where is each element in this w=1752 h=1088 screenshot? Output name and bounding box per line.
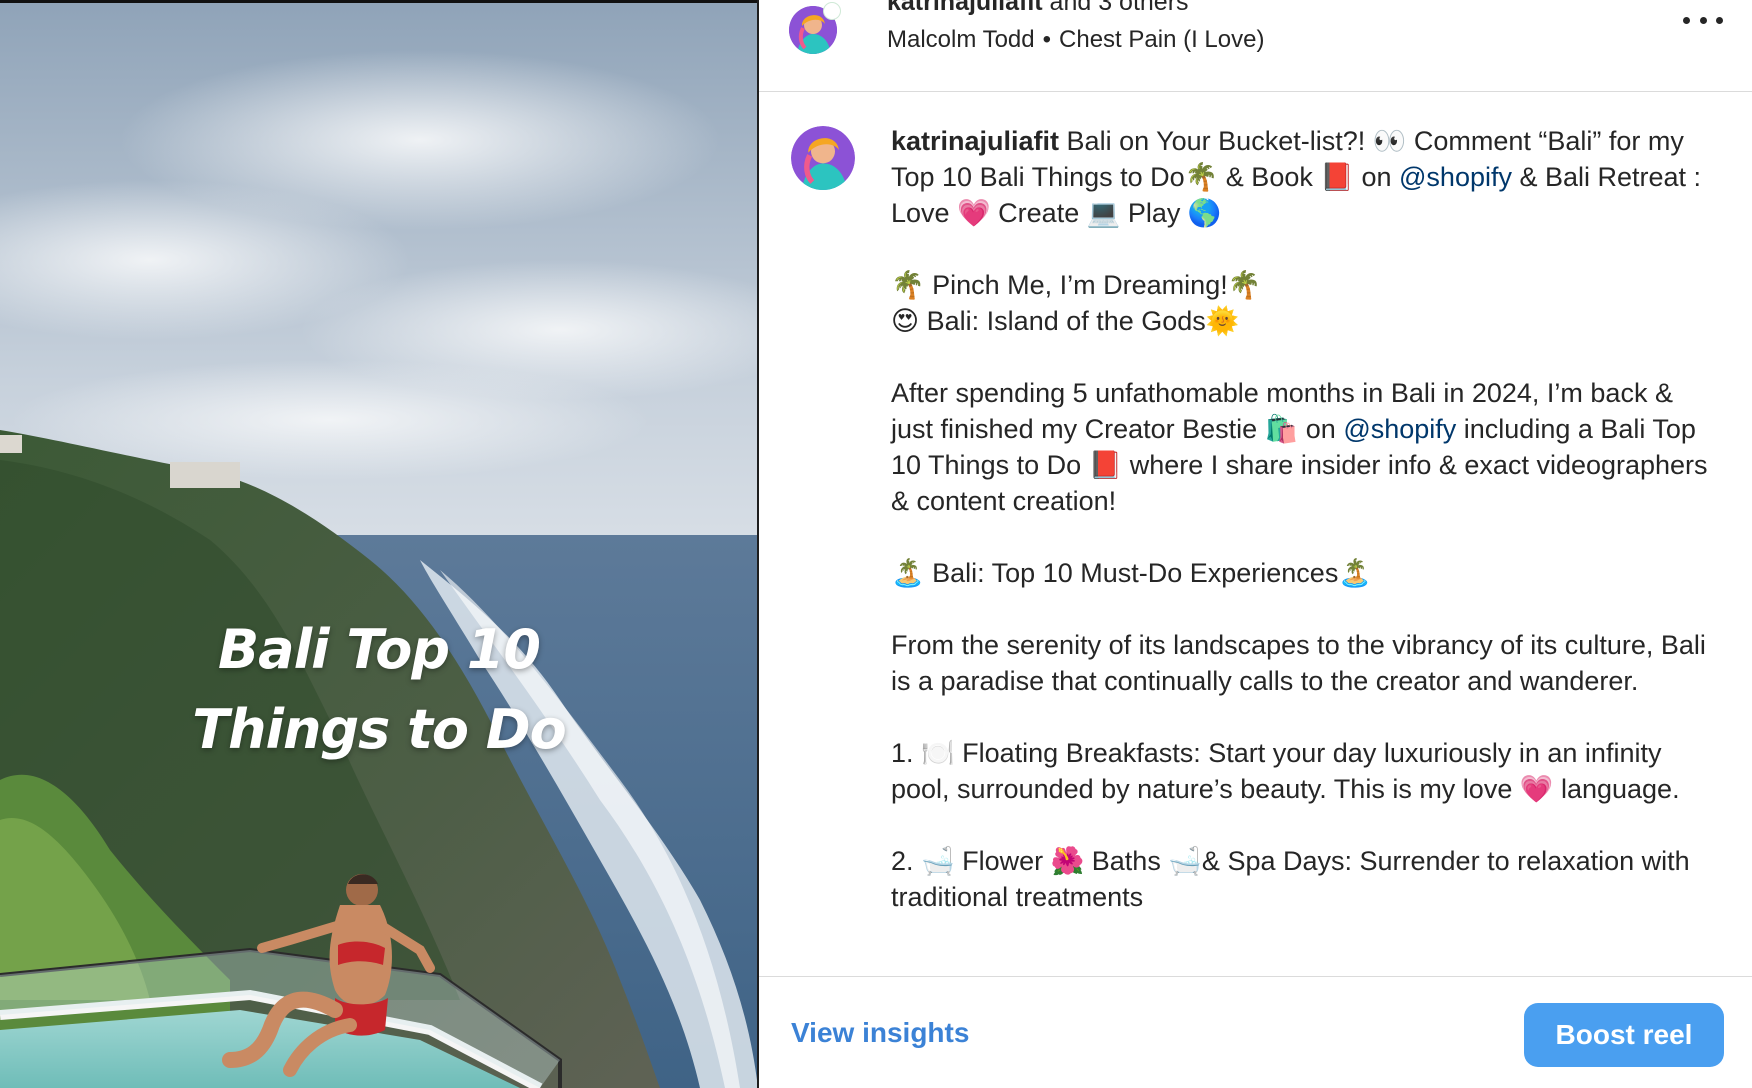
caption-paragraph: 2. 🛁 Flower 🌺 Baths 🛁& Spa Days: Surrend… xyxy=(891,846,1690,912)
reel-scene-image xyxy=(0,0,758,1088)
media-top-border xyxy=(0,0,758,3)
author-username[interactable]: katrinajuliafit xyxy=(887,0,1043,16)
caption-paragraph: katrinajuliafit Bali on Your Bucket-list… xyxy=(891,126,1702,228)
audio-separator: • xyxy=(1042,26,1052,53)
caption-scroll-area[interactable]: katrinajuliafit Bali on Your Bucket-list… xyxy=(759,93,1752,976)
post-footer: View insights Boost reel xyxy=(759,976,1752,1088)
post-caption: katrinajuliafit Bali on Your Bucket-list… xyxy=(891,123,1711,915)
audio-artist[interactable]: Malcolm Todd xyxy=(887,26,1035,53)
post-header: katrinajuliafit and 3 others Malcolm Tod… xyxy=(759,0,1752,92)
caption-paragraph: 1. 🍽️ Floating Breakfasts: Start your da… xyxy=(891,738,1680,804)
post-authors[interactable]: katrinajuliafit and 3 others xyxy=(887,0,1189,17)
video-overlay-title-line2: Things to Do xyxy=(192,698,566,761)
mention-link[interactable]: @shopify xyxy=(1399,162,1512,192)
post-side-panel: katrinajuliafit and 3 others Malcolm Tod… xyxy=(759,0,1752,1088)
coauthors-label[interactable]: and 3 others xyxy=(1043,0,1189,16)
audio-info[interactable]: Malcolm Todd • Chest Pain (I Love) xyxy=(887,26,1264,54)
view-insights-link[interactable]: View insights xyxy=(791,1017,969,1049)
boost-reel-button[interactable]: Boost reel xyxy=(1524,1003,1724,1067)
audio-track[interactable]: Chest Pain (I Love) xyxy=(1059,26,1264,53)
caption-line: 😍 Bali: Island of the Gods🌞 xyxy=(891,306,1240,336)
avatar-image xyxy=(791,126,855,190)
reel-video[interactable]: Bali Top 10 Things to Do xyxy=(0,0,758,1088)
caption-paragraph: From the serenity of its landscapes to t… xyxy=(891,630,1706,696)
caption-paragraph: After spending 5 unfathomable months in … xyxy=(891,378,1708,516)
reel-view: Bali Top 10 Things to Do katrinajuliafit… xyxy=(0,0,1752,1088)
caption-line: 🌴 Pinch Me, I’m Dreaming!🌴 xyxy=(891,270,1262,300)
video-overlay-title-line1: Bali Top 10 xyxy=(218,618,541,681)
more-options-icon[interactable] xyxy=(1683,8,1723,32)
caption-author-avatar[interactable] xyxy=(791,126,855,190)
caption-username[interactable]: katrinajuliafit xyxy=(891,126,1059,156)
collab-badge-icon xyxy=(823,2,841,20)
caption-line: 🏝️ Bali: Top 10 Must-Do Experiences🏝️ xyxy=(891,558,1372,588)
mention-link[interactable]: @shopify xyxy=(1343,414,1456,444)
